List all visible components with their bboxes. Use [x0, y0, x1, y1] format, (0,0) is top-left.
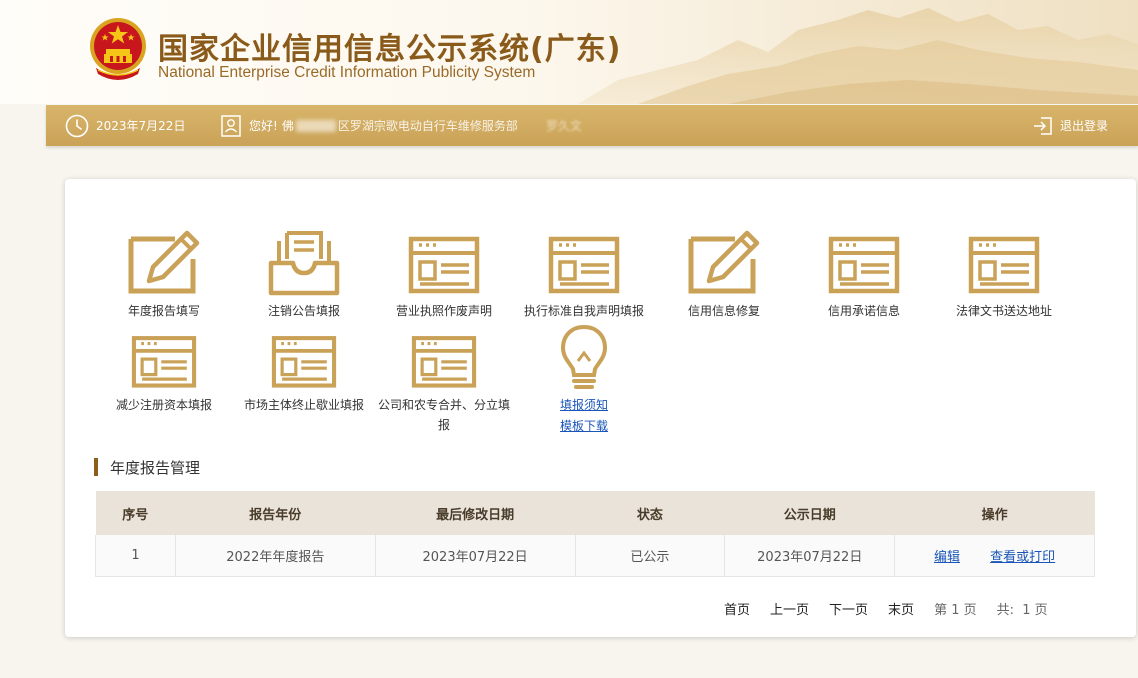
section-title: 年度报告管理: [110, 458, 201, 477]
template-download-link[interactable]: 模板下载: [514, 416, 654, 437]
func-annual-report[interactable]: 年度报告填写: [94, 229, 234, 321]
greeting-name-fragment: 佛: [281, 119, 294, 133]
main-panel: 年度报告填写 注销公告填报 营业执照作废声明 执行标准自我声明填报 信用信息修复…: [65, 179, 1136, 637]
func-legal-address[interactable]: 法律文书送达地址: [934, 229, 1074, 321]
form-window-icon: [408, 236, 480, 294]
lightbulb-icon: [560, 324, 608, 389]
user-info-bar: 2023年7月22日 您好! 佛 区罗湖宗歌电动自行车维修服务部 罗久文 退出登…: [46, 105, 1138, 146]
func-credit-repair[interactable]: 信用信息修复: [654, 229, 794, 321]
national-emblem-icon: [90, 18, 146, 80]
func-label: 减少注册资本填报: [115, 398, 212, 412]
inbox-document-icon: [268, 231, 340, 296]
cell-index: 1: [95, 535, 176, 577]
first-page-button[interactable]: 首页: [724, 599, 750, 618]
logout-icon: [1034, 116, 1052, 135]
site-header: 国家企业信用信息公示系统(广东) National Enterprise Cre…: [0, 0, 1138, 104]
current-date: 2023年7月22日: [96, 119, 186, 133]
column-header: 公示日期: [724, 491, 896, 535]
column-header: 状态: [575, 491, 726, 535]
redacted-text: [295, 119, 336, 132]
func-license-void[interactable]: 营业执照作废声明: [374, 229, 514, 321]
edit-link[interactable]: 编辑: [934, 550, 960, 565]
cell-status: 已公示: [575, 535, 726, 577]
table-row: 1 2022年年度报告 2023年07月22日 已公示 2023年07月22日 …: [95, 535, 1095, 577]
pagination: 首页 上一页 下一页 末页 第 1 页 共: 1 页: [724, 599, 1048, 618]
prev-page-button[interactable]: 上一页: [770, 599, 809, 618]
column-header: 操作: [894, 491, 1095, 535]
section-heading: 年度报告管理: [94, 457, 200, 477]
form-window-icon: [828, 236, 900, 294]
func-capital-reduction[interactable]: 减少注册资本填报: [94, 329, 234, 415]
func-cancel-notice[interactable]: 注销公告填报: [234, 229, 374, 321]
site-subtitle: National Enterprise Credit Information P…: [158, 64, 536, 81]
date-display: 2023年7月22日: [65, 105, 185, 146]
func-label: 年度报告填写: [127, 304, 200, 318]
func-standard-declaration[interactable]: 执行标准自我声明填报: [514, 229, 654, 321]
form-window-icon: [271, 336, 337, 388]
form-window-icon: [548, 236, 620, 294]
form-window-icon: [411, 336, 477, 388]
func-label: 信用承诺信息: [827, 304, 900, 318]
cell-actions: 编辑 查看或打印: [894, 535, 1095, 577]
pencil-edit-icon: [688, 230, 760, 294]
pencil-edit-icon: [128, 230, 200, 294]
greeting-text: 您好!: [249, 119, 278, 133]
func-credit-commitment[interactable]: 信用承诺信息: [794, 229, 934, 321]
column-header: 报告年份: [175, 491, 376, 535]
cell-year: 2022年年度报告: [175, 535, 376, 577]
func-label: 市场主体终止歇业填报: [243, 398, 364, 412]
clock-icon: [65, 114, 89, 137]
column-header: 序号: [95, 491, 176, 535]
total-pages-info: 共: 1 页: [996, 603, 1048, 618]
logout-label: 退出登录: [1060, 119, 1109, 133]
greeting-company: 区罗湖宗歌电动自行车维修服务部: [337, 119, 518, 133]
logout-button[interactable]: 退出登录: [1032, 105, 1108, 146]
section-marker: [94, 458, 98, 476]
last-page-button[interactable]: 末页: [888, 599, 914, 618]
func-label: 营业执照作废声明: [395, 304, 492, 318]
next-page-button[interactable]: 下一页: [829, 599, 868, 618]
column-header: 最后修改日期: [375, 491, 576, 535]
view-print-link[interactable]: 查看或打印: [990, 550, 1055, 565]
notice-link[interactable]: 填报须知: [514, 395, 654, 416]
func-termination[interactable]: 市场主体终止歇业填报: [234, 329, 374, 415]
greeting-person: 罗久文: [545, 119, 582, 133]
greeting: 您好! 佛 区罗湖宗歌电动自行车维修服务部 罗久文: [220, 105, 582, 146]
func-merger-split[interactable]: 公司和农专合并、分立填报: [374, 329, 514, 435]
func-label: 法律文书送达地址: [955, 304, 1052, 318]
table-header-row: 序号 报告年份 最后修改日期 状态 公示日期 操作: [95, 491, 1095, 535]
cell-publish-date: 2023年07月22日: [724, 535, 896, 577]
form-window-icon: [131, 336, 197, 388]
form-window-icon: [968, 236, 1040, 294]
func-label: 注销公告填报: [267, 304, 340, 318]
func-label: 信用信息修复: [687, 304, 760, 318]
mountain-background-image: [578, 8, 1138, 104]
help-links: 填报须知 模板下载: [514, 323, 654, 437]
annual-report-table: 序号 报告年份 最后修改日期 状态 公示日期 操作 1 2022年年度报告 20…: [95, 491, 1095, 577]
cell-modified: 2023年07月22日: [375, 535, 576, 577]
current-page-info: 第 1 页: [934, 603, 977, 618]
func-label: 公司和农专合并、分立填报: [378, 398, 511, 432]
user-badge-icon: [221, 114, 241, 137]
func-label: 执行标准自我声明填报: [523, 304, 644, 318]
site-title: 国家企业信用信息公示系统(广东): [158, 32, 622, 67]
